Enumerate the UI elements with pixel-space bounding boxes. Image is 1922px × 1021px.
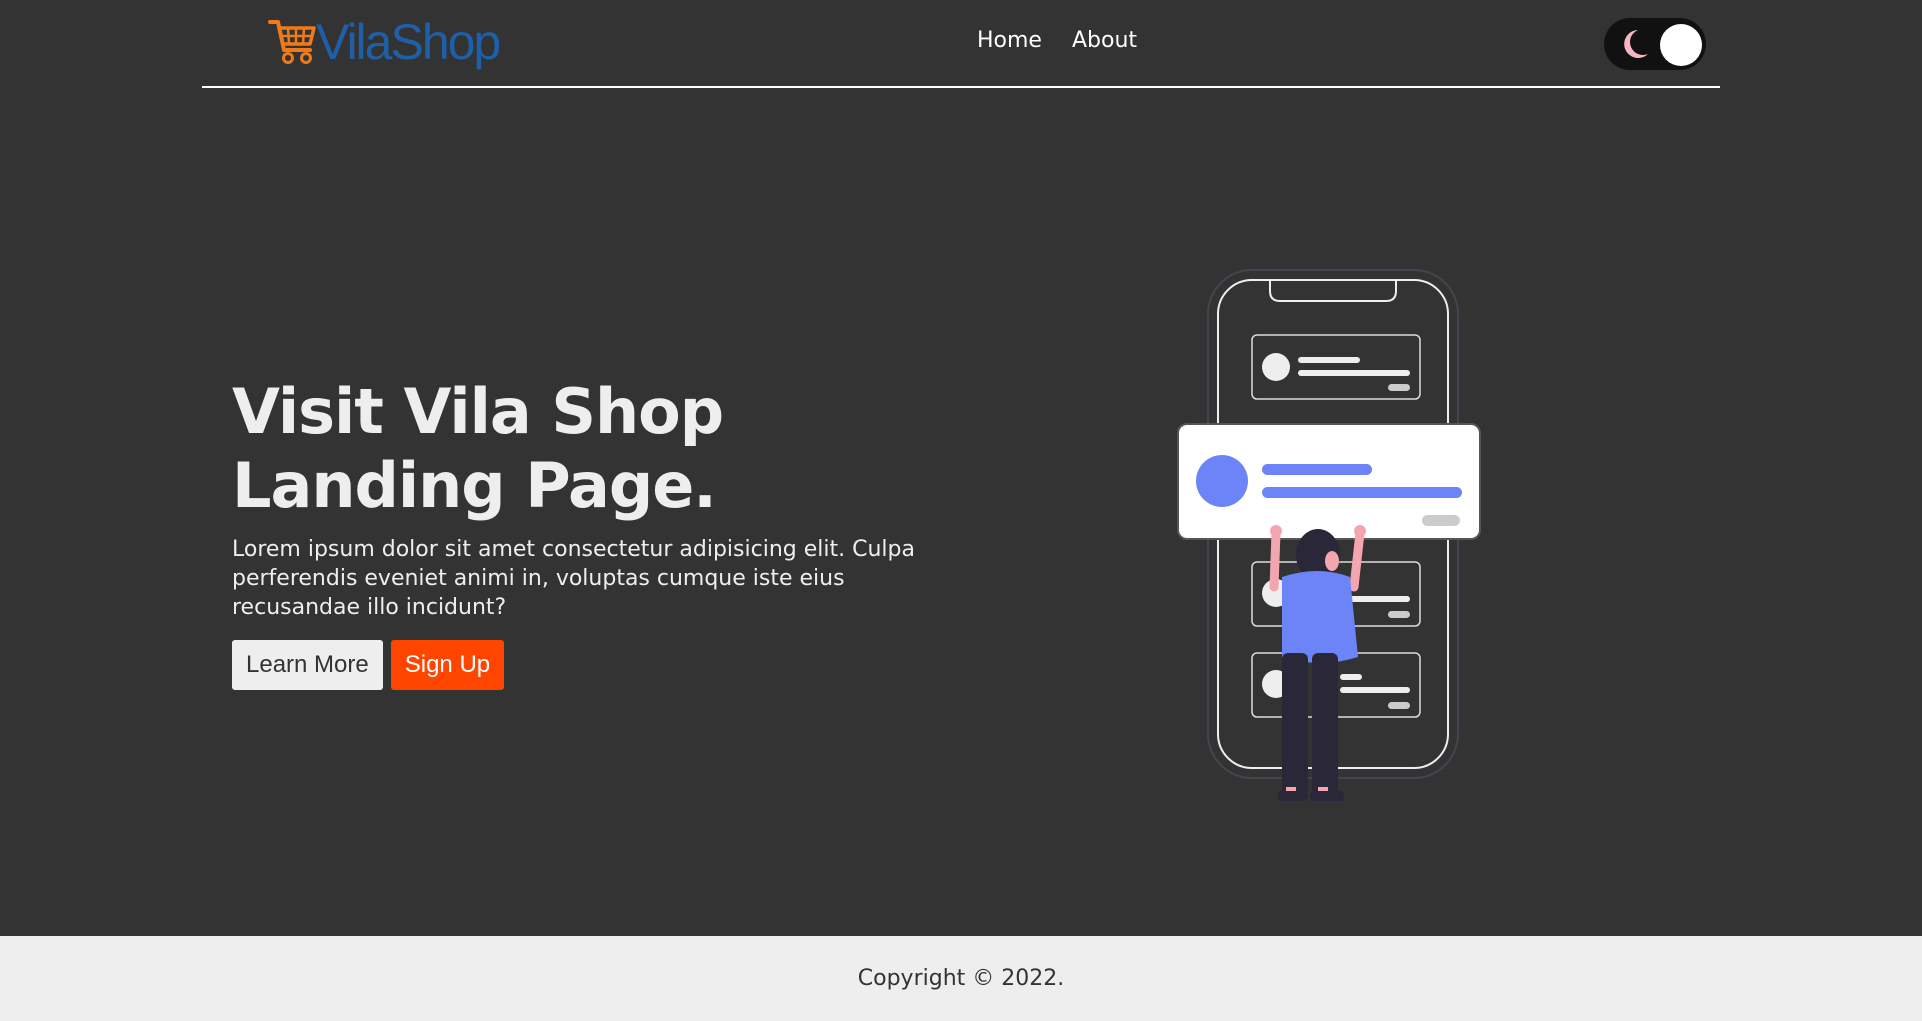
nav-link-home[interactable]: Home — [977, 28, 1042, 53]
learn-more-button[interactable]: Learn More — [232, 640, 383, 690]
site-header: VilaShop Home About — [202, 0, 1720, 88]
moon-icon — [1624, 30, 1648, 58]
theme-toggle[interactable] — [1604, 18, 1706, 70]
hero-description: Lorem ipsum dolor sit amet consectetur a… — [232, 537, 915, 620]
logo-text: VilaShop — [316, 14, 501, 70]
nav-link-about[interactable]: About — [1072, 28, 1137, 53]
hero-illustration — [1177, 269, 1481, 801]
hero-buttons: Learn More Sign Up — [232, 640, 972, 690]
sign-up-button[interactable]: Sign Up — [390, 640, 505, 690]
shopping-cart-icon — [268, 20, 316, 64]
site-footer: Copyright © 2022. — [0, 936, 1922, 1021]
toggle-knob — [1660, 24, 1702, 66]
main-nav: Home About — [977, 28, 1137, 53]
hero-title: Visit Vila Shop Landing Page. — [232, 375, 724, 522]
hero-section: Visit Vila Shop Landing Page. Lorem ipsu… — [232, 375, 972, 690]
copyright-text: Copyright © 2022. — [857, 966, 1065, 991]
logo[interactable]: VilaShop — [268, 12, 501, 72]
landing-page: VilaShop Home About Visit Vila Shop Land… — [0, 0, 1922, 1021]
